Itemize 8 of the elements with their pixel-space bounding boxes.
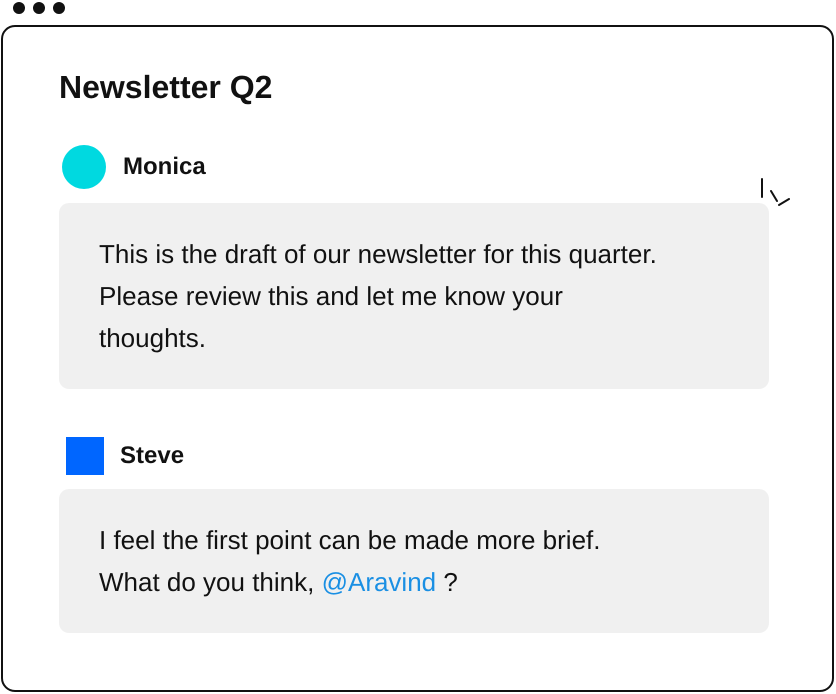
window-title: Newsletter Q2 — [59, 68, 274, 107]
author-name: Steve — [120, 441, 184, 471]
author-name: Monica — [123, 152, 206, 182]
mention-link[interactable]: @Aravind — [322, 567, 436, 597]
sparkle-icon — [759, 177, 793, 209]
comment-text: This is the draft of our newsletter for this quarter. Please review this and let me know your thoughts. — [99, 238, 658, 355]
window-dots-icon — [12, 1, 66, 15]
comment-text: I feel the first point can be made more brief. What do you think, @Aravind ? — [99, 524, 602, 599]
